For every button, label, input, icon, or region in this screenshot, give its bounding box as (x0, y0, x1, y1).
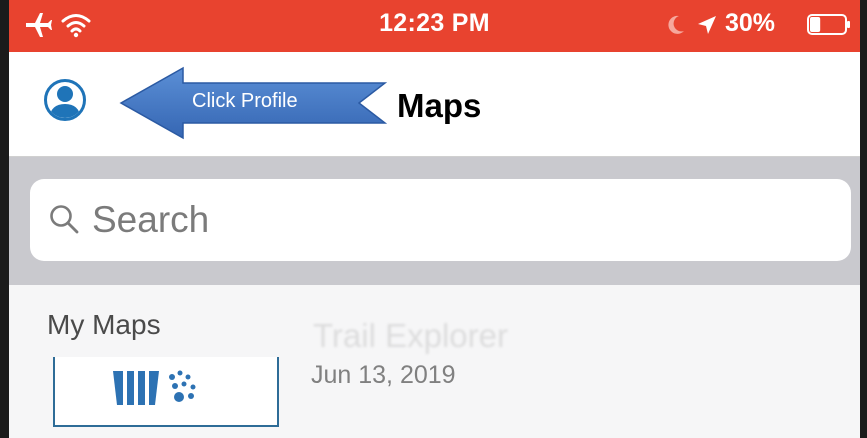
app-screen: 12:23 PM 30% Click Profile Maps Search T… (0, 0, 867, 438)
nav-bar: Click Profile Maps (9, 52, 860, 157)
battery-icon (807, 14, 850, 35)
page-title: Maps (397, 87, 482, 124)
basket-dots-icon (113, 370, 196, 405)
device-bezel-left (0, 0, 9, 438)
search-input[interactable] (92, 195, 792, 245)
map-thumbnail[interactable] (53, 357, 279, 427)
my-maps-list: Trail Explorer Jun 13, 2019 My Maps (9, 285, 860, 438)
map-title: Trail Explorer (313, 317, 508, 354)
search-icon (50, 205, 79, 234)
device-bezel-right (860, 0, 867, 438)
location-arrow-icon (698, 16, 716, 34)
map-list-item[interactable]: Trail Explorer Jun 13, 2019 My Maps (9, 285, 860, 438)
map-date: Jun 13, 2019 (311, 361, 456, 389)
moon-icon (668, 15, 684, 34)
callout-label: Click Profile (192, 90, 298, 112)
search-section (9, 157, 860, 285)
status-bar: 12:23 PM 30% (9, 0, 860, 52)
battery-percent: 30% (725, 9, 776, 37)
search-bar[interactable] (30, 179, 851, 261)
user-circle-icon[interactable] (43, 78, 87, 122)
section-label-my-maps: My Maps (47, 309, 161, 340)
